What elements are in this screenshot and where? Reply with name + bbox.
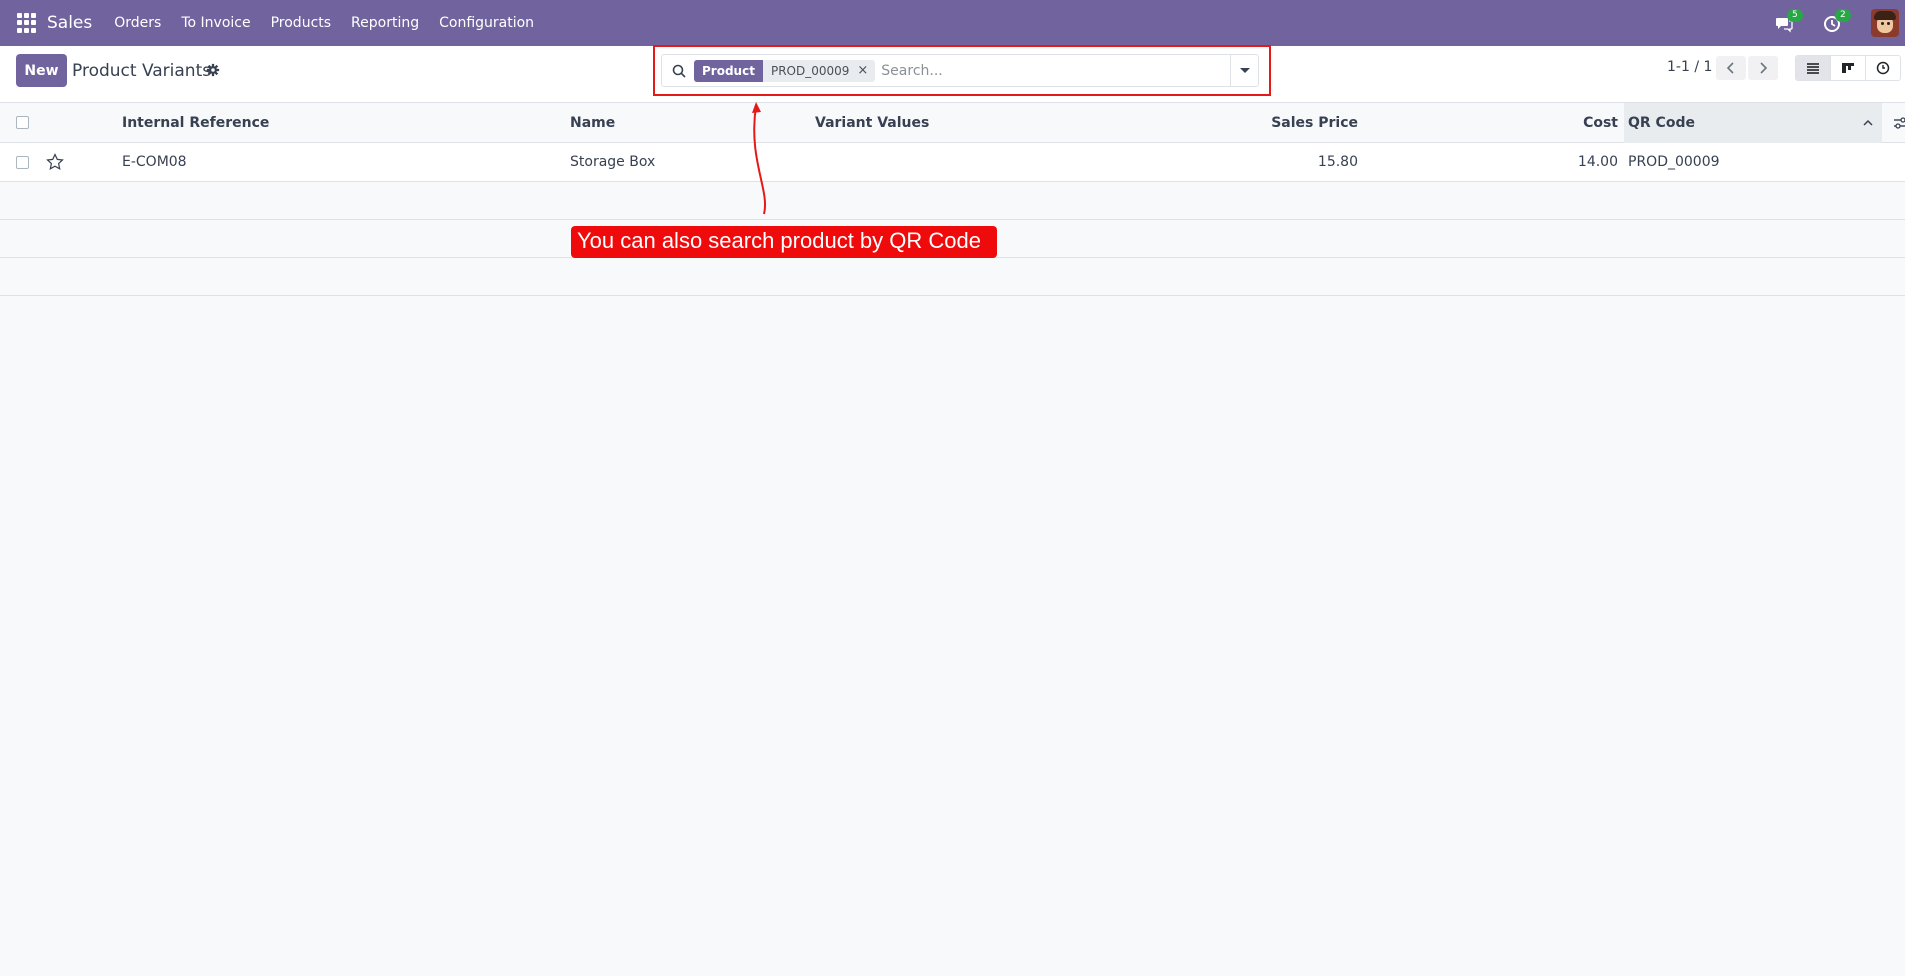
facet-label: Product	[694, 59, 763, 82]
top-navbar: Sales Orders To Invoice Products Reporti…	[0, 0, 1905, 46]
chevron-left-icon	[1726, 62, 1734, 74]
sort-ascending-icon[interactable]	[1862, 117, 1874, 129]
pager-value[interactable]: 1-1 / 1	[1667, 59, 1712, 75]
new-button[interactable]: New	[16, 54, 67, 87]
empty-row	[0, 258, 1905, 296]
menu-orders[interactable]: Orders	[104, 15, 171, 31]
cell-internal-reference: E-COM08	[122, 154, 187, 170]
activities-clock-icon[interactable]: 2	[1823, 9, 1851, 34]
activities-badge: 2	[1835, 9, 1851, 22]
cell-name: Storage Box	[570, 154, 656, 170]
clock-icon	[1876, 61, 1890, 75]
menu-configuration[interactable]: Configuration	[429, 15, 544, 31]
column-variant-values[interactable]: Variant Values	[815, 103, 929, 143]
list-icon	[1807, 63, 1819, 74]
app-brand[interactable]: Sales	[47, 13, 92, 33]
select-all-checkbox[interactable]	[16, 116, 29, 129]
search-bar[interactable]: Product PROD_00009 ×	[661, 54, 1259, 87]
page-title: Product Variants	[72, 61, 212, 81]
control-panel: New Product Variants Product PROD_00009 …	[0, 46, 1905, 103]
facet-remove-icon[interactable]: ×	[857, 63, 875, 78]
column-name[interactable]: Name	[570, 103, 615, 143]
search-options-toggle[interactable]	[1230, 55, 1258, 86]
caret-down-icon	[1239, 68, 1250, 73]
cell-qr-code: PROD_00009	[1628, 154, 1720, 170]
column-sales-price[interactable]: Sales Price	[1218, 103, 1358, 143]
list-view-button[interactable]	[1795, 55, 1831, 81]
systray: 5 2	[1775, 0, 1905, 46]
column-cost[interactable]: Cost	[1478, 103, 1618, 143]
table-row[interactable]: E-COM08 Storage Box 15.80 14.00 PROD_000…	[0, 143, 1905, 182]
star-icon[interactable]	[46, 153, 64, 171]
empty-row	[0, 182, 1905, 220]
table-header: Internal Reference Name Variant Values S…	[0, 103, 1905, 143]
kanban-view-button[interactable]	[1830, 55, 1866, 81]
pager-next-button[interactable]	[1748, 56, 1778, 80]
facet-value: PROD_00009	[770, 63, 850, 78]
gear-icon[interactable]	[206, 63, 220, 77]
column-internal-reference[interactable]: Internal Reference	[122, 103, 269, 143]
cell-sales-price: 15.80	[1317, 154, 1358, 170]
row-checkbox[interactable]	[16, 156, 29, 169]
optional-columns-icon[interactable]	[1893, 115, 1905, 131]
menu-reporting[interactable]: Reporting	[341, 15, 429, 31]
menu-to-invoice[interactable]: To Invoice	[171, 15, 260, 31]
apps-menu-icon[interactable]	[17, 13, 37, 33]
search-facet: Product PROD_00009 ×	[694, 59, 876, 82]
kanban-icon	[1842, 63, 1854, 73]
user-avatar[interactable]	[1871, 9, 1899, 37]
messages-badge: 5	[1787, 9, 1803, 22]
menu-products[interactable]: Products	[261, 15, 341, 31]
column-qr-code[interactable]: QR Code	[1628, 103, 1695, 143]
search-input[interactable]	[881, 62, 1230, 79]
search-icon	[672, 64, 686, 78]
activity-view-button[interactable]	[1865, 55, 1901, 81]
pager-previous-button[interactable]	[1716, 56, 1746, 80]
chevron-right-icon	[1760, 62, 1768, 74]
annotation-callout: You can also search product by QR Code	[571, 226, 997, 258]
product-variants-table: Internal Reference Name Variant Values S…	[0, 103, 1905, 296]
cell-cost: 14.00	[1577, 154, 1618, 170]
messages-icon[interactable]: 5	[1775, 9, 1803, 34]
